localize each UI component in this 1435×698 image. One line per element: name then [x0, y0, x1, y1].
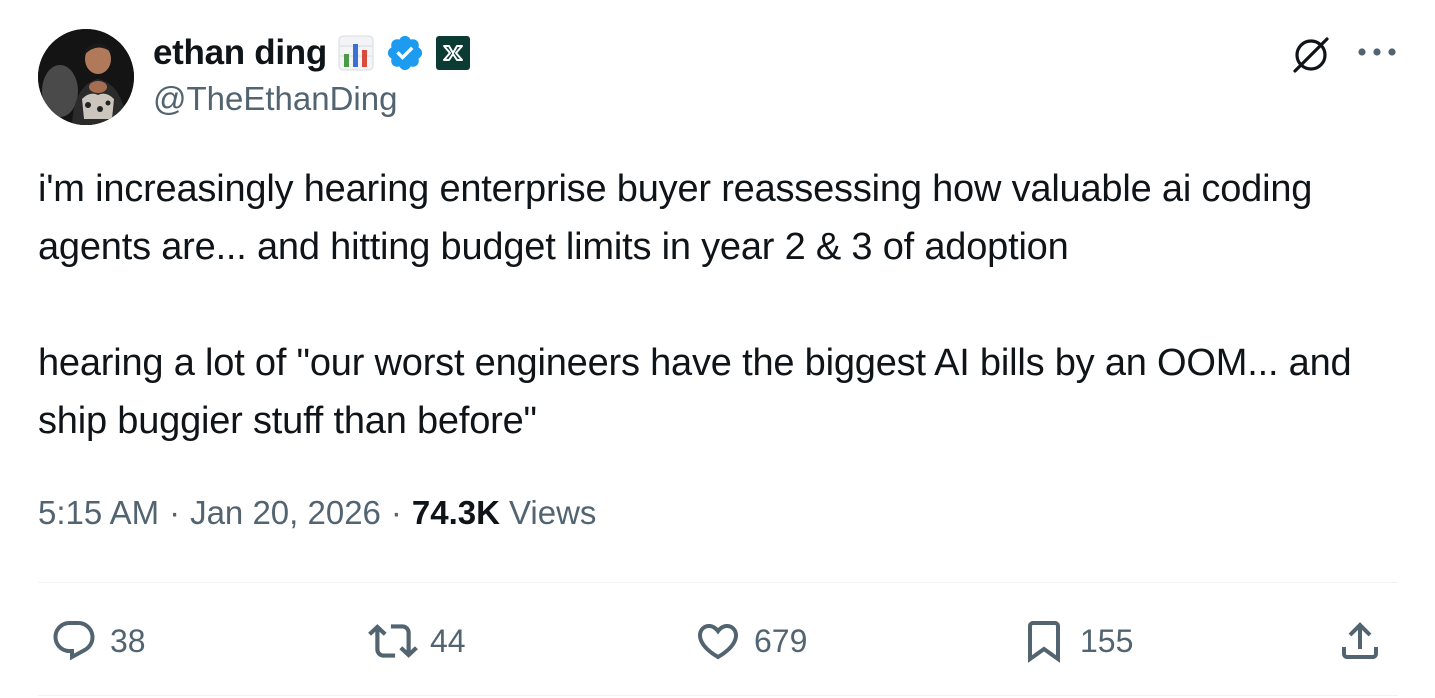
- tweet-paragraph: hearing a lot of "our worst engineers ha…: [38, 342, 1352, 442]
- share-icon: [1336, 617, 1384, 665]
- grok-button[interactable]: [1286, 30, 1336, 80]
- author-handle[interactable]: @TheEthanDing: [153, 80, 397, 118]
- verified-badge-icon[interactable]: [385, 33, 425, 73]
- author-display-name[interactable]: ethan ding: [153, 33, 327, 73]
- more-button[interactable]: [1352, 30, 1402, 74]
- tweet-paragraph: i'm increasingly hearing enterprise buye…: [38, 168, 1313, 268]
- divider: [38, 582, 1398, 583]
- more-icon: [1358, 48, 1396, 56]
- share-button[interactable]: [1336, 614, 1384, 668]
- heart-icon: [694, 617, 742, 665]
- tweet-meta: 5:15 AM · Jan 20, 2026 · 74.3K Views: [38, 494, 596, 532]
- avatar-photo: [38, 29, 134, 125]
- affiliate-logo-icon[interactable]: [435, 35, 471, 71]
- avatar[interactable]: [38, 29, 134, 125]
- tweet-text: i'm increasingly hearing enterprise buye…: [38, 160, 1378, 450]
- repost-button[interactable]: 44: [368, 614, 466, 668]
- tweet-card: ethan ding @TheEthanDing i'm increasingl…: [0, 0, 1435, 698]
- repost-count: 44: [430, 622, 466, 659]
- views-label: Views: [508, 494, 597, 531]
- bookmark-count: 155: [1080, 622, 1134, 659]
- tweet-date[interactable]: Jan 20, 2026: [190, 494, 381, 532]
- bookmark-button[interactable]: 155: [1020, 614, 1133, 668]
- views-count[interactable]: 74.3K: [412, 494, 500, 532]
- grok-icon: [1293, 37, 1329, 73]
- bar-chart-emoji-icon: [337, 34, 375, 72]
- reply-icon: [50, 617, 98, 665]
- reply-count: 38: [110, 622, 146, 659]
- like-count: 679: [754, 622, 808, 659]
- bookmark-icon: [1020, 617, 1068, 665]
- divider: [38, 695, 1398, 696]
- tweet-time[interactable]: 5:15 AM: [38, 494, 159, 532]
- repost-icon: [368, 616, 418, 666]
- meta-separator: ·: [390, 494, 402, 531]
- reply-button[interactable]: 38: [50, 614, 146, 668]
- author-name-row: ethan ding: [153, 30, 471, 76]
- meta-separator: ·: [169, 494, 181, 531]
- like-button[interactable]: 679: [694, 614, 807, 668]
